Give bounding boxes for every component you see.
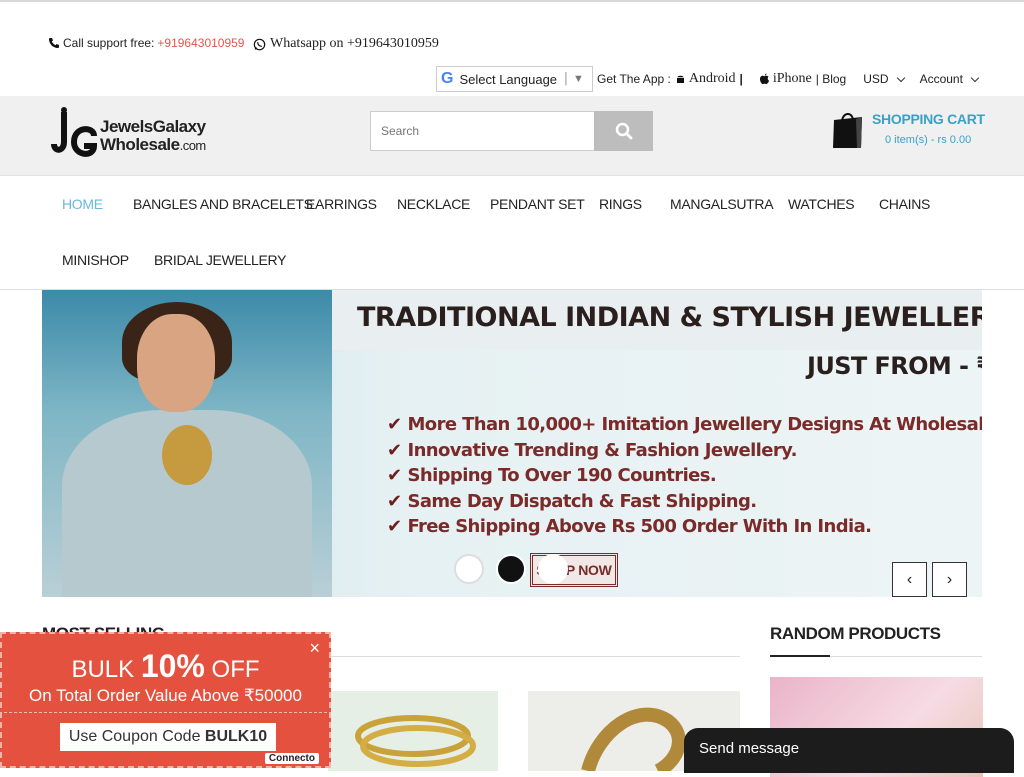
main-nav: HOME BANGLES AND BRACELETS EARRINGS NECK…	[0, 177, 1024, 290]
support-line: Call support free: +919643010959	[48, 36, 244, 50]
random-products-heading: RANDOM PRODUCTS	[770, 624, 941, 643]
currency-label: USD	[863, 72, 889, 86]
blog-link[interactable]: | Blog	[816, 72, 846, 86]
currency-dropdown[interactable]: USD	[863, 72, 905, 86]
cart-title: SHOPPING CART	[872, 111, 985, 127]
nav-item-bridal-jewellery[interactable]: BRIDAL JEWELLERY	[154, 252, 286, 268]
whatsapp-text: Whatsapp on +919643010959	[270, 36, 439, 51]
get-app-label: Get The App :	[597, 72, 671, 86]
google-icon: G	[441, 70, 454, 87]
search-icon	[615, 122, 632, 140]
top-divider	[0, 0, 1024, 2]
logo-suffix: .com	[179, 138, 207, 153]
banner-features: ✔ More Than 10,000+ Imitation Jewellery D…	[387, 412, 982, 540]
list-item: ✔ Free Shipping Above Rs 500 Order With I…	[387, 516, 872, 537]
slider-dot[interactable]	[454, 554, 484, 584]
chevron-right-icon: ›	[946, 570, 953, 588]
check-icon: ✔	[387, 414, 402, 435]
whatsapp-line[interactable]: Whatsapp on +919643010959	[253, 36, 439, 52]
coupon-code-box[interactable]: Use Coupon Code BULK10	[60, 723, 276, 751]
product-image-bangles[interactable]	[328, 691, 498, 771]
hero-banner[interactable]: TRADITIONAL INDIAN & STYLISH JEWELLERY J…	[42, 290, 982, 597]
slider-dot-active[interactable]	[496, 554, 526, 584]
nav-item-home[interactable]: HOME	[62, 196, 103, 212]
banner-title: TRADITIONAL INDIAN & STYLISH JEWELLERY	[357, 302, 982, 333]
logo-mark-icon	[51, 107, 98, 157]
nav-item-rings[interactable]: RINGS	[599, 196, 642, 212]
list-item: ✔ More Than 10,000+ Imitation Jewellery D…	[387, 414, 982, 435]
model-image	[42, 290, 332, 597]
site-logo[interactable]: JewelsGalaxy Wholesale.com	[50, 106, 225, 166]
support-phone-link[interactable]: +919643010959	[157, 36, 244, 50]
android-link[interactable]: Android	[675, 71, 736, 87]
search-input[interactable]	[370, 111, 595, 151]
android-icon	[676, 75, 684, 83]
phone-icon	[49, 38, 59, 48]
chevron-down-icon	[896, 73, 905, 82]
logo-line-2: Wholesale	[100, 135, 180, 154]
iphone-label: iPhone	[772, 71, 812, 86]
language-select-label: Select Language	[459, 71, 558, 87]
nav-item-minishop[interactable]: MINISHOP	[62, 252, 129, 268]
list-item: ✔ Same Day Dispatch & Fast Shipping.	[387, 490, 757, 512]
slider-prev-button[interactable]: ‹	[892, 562, 927, 597]
nav-item-chains[interactable]: CHAINS	[879, 196, 930, 212]
send-message-chat[interactable]: Send message	[684, 728, 1014, 773]
support-label: Call support free:	[63, 36, 155, 50]
logo-line-1: JewelsGalaxy	[100, 117, 206, 137]
apple-icon	[759, 73, 769, 85]
bangles-image	[355, 715, 476, 767]
bulk-offer-popup[interactable]: × BULK 10% OFF On Total Order Value Abov…	[0, 632, 331, 768]
utility-bar: G Select Language │ ▼ Get The App : Andr…	[436, 66, 980, 92]
search-button[interactable]	[594, 111, 653, 151]
chevron-down-icon	[970, 73, 980, 82]
nav-item-mangalsutra[interactable]: MANGALSUTRA	[670, 196, 774, 212]
iphone-link[interactable]: iPhone	[759, 71, 812, 87]
connecto-badge: Connecto	[264, 753, 319, 764]
account-dropdown[interactable]: Account	[919, 72, 980, 86]
slider-next-button[interactable]: ›	[932, 562, 967, 597]
check-icon: ✔	[387, 516, 402, 537]
bulk-offer-heading: BULK 10% OFF	[71, 648, 260, 684]
check-icon: ✔	[387, 465, 402, 486]
site-header: JewelsGalaxy Wholesale.com SHOPPING CART…	[0, 96, 1024, 176]
nav-item-necklace[interactable]: NECKLACE	[397, 196, 470, 212]
slider-dot[interactable]	[538, 554, 568, 584]
check-icon: ✔	[387, 490, 402, 512]
bulk-offer-condition: On Total Order Value Above ₹50000	[29, 686, 302, 705]
account-label: Account	[919, 72, 963, 86]
chevron-left-icon: ‹	[906, 570, 913, 588]
chat-label: Send message	[699, 740, 800, 757]
language-select[interactable]: G Select Language │ ▼	[436, 66, 593, 92]
separator: |	[739, 72, 743, 86]
list-item: ✔ Innovative Trending & Fashion Jewellery…	[387, 439, 797, 461]
nav-item-earrings[interactable]: EARRINGS	[306, 196, 377, 212]
nav-item-pendant-set[interactable]: PENDANT SET	[490, 196, 585, 212]
whatsapp-icon	[253, 38, 266, 50]
list-item: ✔ Shipping To Over 190 Countries.	[387, 465, 717, 486]
banner-subtitle: JUST FROM - ₹10	[807, 352, 982, 380]
android-label: Android	[688, 71, 736, 86]
dropdown-arrow-icon: │ ▼	[563, 73, 584, 85]
nav-item-bangles[interactable]: BANGLES AND BRACELETS	[133, 196, 313, 212]
check-icon: ✔	[387, 439, 402, 461]
shopping-cart[interactable]: SHOPPING CART 0 item(s) - rs 0.00	[831, 110, 985, 152]
shopping-bag-icon	[833, 113, 862, 148]
nav-item-watches[interactable]: WATCHES	[788, 196, 855, 212]
cart-count: 0 item(s) - rs 0.00	[885, 134, 972, 146]
